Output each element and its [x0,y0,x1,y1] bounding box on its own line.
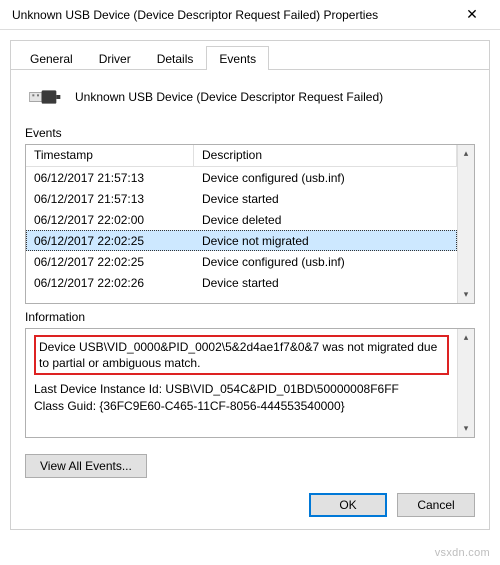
cell-description: Device started [194,274,457,292]
info-scrollbar[interactable]: ▴ ▾ [457,329,474,437]
tab-general[interactable]: General [17,46,86,70]
table-row[interactable]: 06/12/2017 22:02:26Device started [26,272,457,293]
table-row[interactable]: 06/12/2017 22:02:00Device deleted [26,209,457,230]
cancel-button[interactable]: Cancel [397,493,475,517]
tab-strip: General Driver Details Events [11,41,489,70]
cell-description: Device not migrated [194,232,457,250]
cell-timestamp: 06/12/2017 22:02:25 [26,232,194,250]
watermark: vsxdn.com [435,547,490,559]
cell-timestamp: 06/12/2017 22:02:00 [26,211,194,229]
events-header-row: Timestamp Description [26,145,457,167]
device-name: Unknown USB Device (Device Descriptor Re… [75,90,383,104]
tab-details[interactable]: Details [144,46,207,70]
scroll-down-icon[interactable]: ▾ [464,420,469,437]
information-box: Device USB\VID_0000&PID_0002\5&2d4ae1f7&… [25,328,475,438]
cell-timestamp: 06/12/2017 21:57:13 [26,169,194,187]
property-sheet: General Driver Details Events Unknown US… [10,40,490,530]
scroll-up-icon[interactable]: ▴ [464,145,469,162]
info-details: Last Device Instance Id: USB\VID_054C&PI… [34,381,449,413]
events-label: Events [25,126,475,140]
cell-timestamp: 06/12/2017 21:57:13 [26,190,194,208]
events-scrollbar[interactable]: ▴ ▾ [457,145,474,303]
events-list: Timestamp Description 06/12/2017 21:57:1… [25,144,475,304]
tab-driver[interactable]: Driver [86,46,144,70]
info-highlighted-message: Device USB\VID_0000&PID_0002\5&2d4ae1f7&… [34,335,449,375]
col-header-timestamp[interactable]: Timestamp [26,145,194,166]
usb-plug-icon [29,86,61,108]
cell-timestamp: 06/12/2017 22:02:26 [26,274,194,292]
tab-events[interactable]: Events [206,46,269,70]
info-last-instance: Last Device Instance Id: USB\VID_054C&PI… [34,381,449,397]
information-label: Information [25,310,475,324]
info-class-guid: Class Guid: {36FC9E60-C465-11CF-8056-444… [34,398,449,414]
ok-button[interactable]: OK [309,493,387,517]
cell-description: Device configured (usb.inf) [194,253,457,271]
scroll-up-icon[interactable]: ▴ [464,329,469,346]
titlebar: Unknown USB Device (Device Descriptor Re… [0,0,500,30]
cell-description: Device deleted [194,211,457,229]
view-all-events-button[interactable]: View All Events... [25,454,147,478]
col-header-description[interactable]: Description [194,145,457,166]
cell-description: Device started [194,190,457,208]
cell-description: Device configured (usb.inf) [194,169,457,187]
window-title: Unknown USB Device (Device Descriptor Re… [12,8,452,22]
cell-timestamp: 06/12/2017 22:02:25 [26,253,194,271]
table-row[interactable]: 06/12/2017 22:02:25Device not migrated [26,230,457,251]
table-row[interactable]: 06/12/2017 21:57:13Device configured (us… [26,167,457,188]
scroll-down-icon[interactable]: ▾ [464,286,469,303]
table-row[interactable]: 06/12/2017 21:57:13Device started [26,188,457,209]
device-header: Unknown USB Device (Device Descriptor Re… [25,82,475,120]
dialog-footer: OK Cancel [309,493,475,517]
table-row[interactable]: 06/12/2017 22:02:25Device configured (us… [26,251,457,272]
close-icon[interactable]: ✕ [452,6,492,23]
tab-content: Unknown USB Device (Device Descriptor Re… [11,70,489,488]
